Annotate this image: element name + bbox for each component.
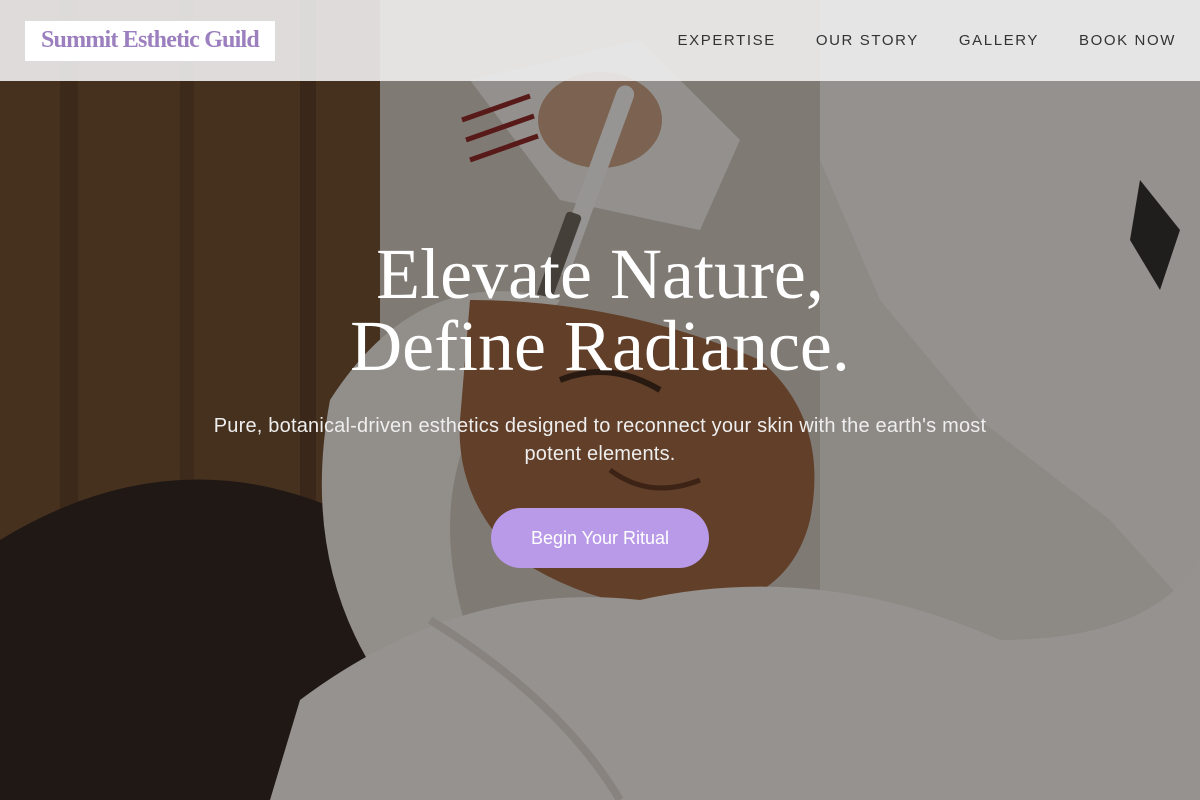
site-header: Summit Esthetic Guild EXPERTISE OUR STOR… [0, 0, 1200, 81]
hero-title-line-2: Define Radiance. [350, 306, 850, 386]
nav-link-gallery[interactable]: GALLERY [959, 32, 1039, 49]
main-navigation: EXPERTISE OUR STORY GALLERY BOOK NOW [678, 32, 1176, 49]
logo[interactable]: Summit Esthetic Guild [24, 19, 276, 62]
brand-name: Summit Esthetic Guild [41, 27, 260, 53]
hero-section: Elevate Nature, Define Radiance. Pure, b… [0, 238, 1200, 568]
hero-subtitle: Pure, botanical-driven esthetics designe… [213, 415, 987, 465]
begin-ritual-button[interactable]: Begin Your Ritual [491, 508, 709, 568]
hero-title: Elevate Nature, Define Radiance. [0, 238, 1200, 382]
nav-link-our-story[interactable]: OUR STORY [816, 32, 919, 49]
nav-link-book-now[interactable]: BOOK NOW [1079, 32, 1176, 49]
nav-link-expertise[interactable]: EXPERTISE [678, 32, 776, 49]
hero-title-line-1: Elevate Nature, [376, 234, 824, 314]
